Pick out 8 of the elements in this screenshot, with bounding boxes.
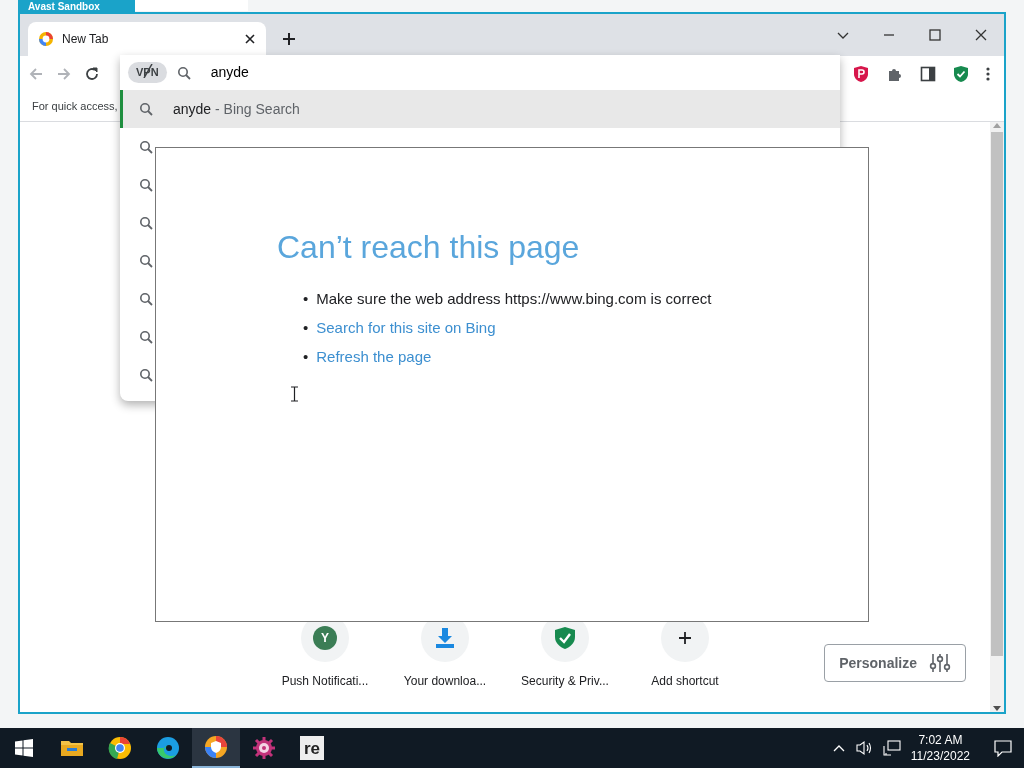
bookmarks-hint: For quick access, <box>32 99 118 115</box>
tab-title: New Tab <box>62 31 110 48</box>
suggestion-text: anyde - Bing Search <box>173 99 300 119</box>
bullet: • <box>303 347 309 368</box>
help-text: Make sure the web address https://www.bing.com is correct <box>316 289 712 310</box>
error-title: Can’t reach this page <box>277 228 581 267</box>
bullet: • <box>303 318 309 339</box>
bullet: • <box>303 289 309 310</box>
